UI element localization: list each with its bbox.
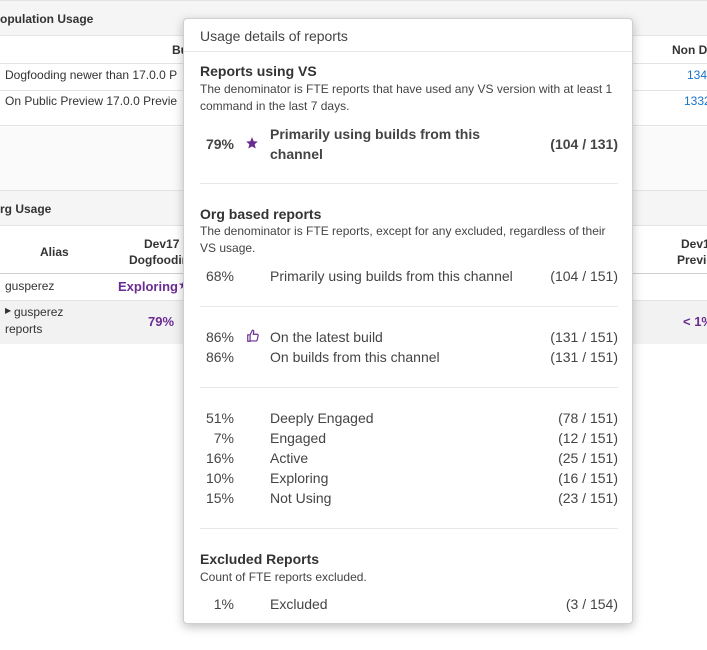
engagement-pct: 7% xyxy=(213,430,234,446)
org-primary-count: (104 / 151) xyxy=(550,268,618,284)
vs-primary-label-line2: channel xyxy=(270,146,323,162)
usage-details-popup: Usage details of reports Reports using V… xyxy=(183,18,633,624)
excluded-section-heading: Excluded Reports xyxy=(200,551,320,567)
engagement-pct: 15% xyxy=(205,490,234,506)
engagement-count: (12 / 151) xyxy=(558,430,618,446)
org-row-right-value[interactable]: < 1% xyxy=(683,314,707,329)
engagement-pct: 10% xyxy=(205,470,234,486)
engagement-label: Engaged xyxy=(270,430,327,446)
column-header-dev1-line1: Dev1 xyxy=(681,237,707,251)
engagement-count: (78 / 151) xyxy=(558,410,618,426)
vs-primary-label-line1: Primarily using builds from this xyxy=(270,126,481,142)
org-primary-pct: 68% xyxy=(205,268,234,284)
vs-section-description: The denominator is FTE reports that have… xyxy=(200,82,613,113)
thumbs-up-icon xyxy=(246,329,260,343)
excluded-count: (3 / 154) xyxy=(565,596,618,612)
column-header-dev1-line2: Previe xyxy=(677,253,707,267)
vs-section-heading: Reports using VS xyxy=(200,63,317,79)
engagement-pct: 51% xyxy=(205,410,234,426)
org-row-value[interactable]: 79% xyxy=(148,314,174,329)
org-row-alias-line2: reports xyxy=(5,322,43,336)
excluded-section-description: Count of FTE reports excluded. xyxy=(200,570,367,584)
population-row-label: On Public Preview 17.0.0 Previe xyxy=(5,94,178,108)
engagement-pct: 16% xyxy=(205,450,234,466)
latest-build-count: (131 / 151) xyxy=(550,329,618,345)
org-primary-label: Primarily using builds from this channel xyxy=(270,268,513,284)
org-section-description: The denominator is FTE reports, except f… xyxy=(200,224,606,255)
excluded-pct: 1% xyxy=(213,596,234,612)
channel-builds-label: On builds from this channel xyxy=(270,349,440,365)
star-icon xyxy=(245,136,259,150)
population-row-label: Dogfooding newer than 17.0.0 P xyxy=(5,68,178,82)
expand-caret-icon[interactable]: ▶ xyxy=(5,306,11,315)
org-section-heading: Org based reports xyxy=(200,206,322,222)
engagement-label: Deeply Engaged xyxy=(270,410,374,426)
channel-builds-pct: 86% xyxy=(205,349,234,365)
org-row-value[interactable]: Exploring xyxy=(118,279,178,294)
vs-primary-count: (104 / 131) xyxy=(550,136,618,152)
column-header-non-d: Non D xyxy=(672,43,707,57)
column-header-alias: Alias xyxy=(40,245,69,259)
org-row-alias: gusperez xyxy=(5,279,55,293)
population-row-value[interactable]: 134 xyxy=(687,68,707,82)
engagement-label: Not Using xyxy=(270,490,332,506)
engagement-label: Active xyxy=(270,450,309,466)
column-header-dev17-line1: Dev17 xyxy=(144,237,180,251)
engagement-label: Exploring xyxy=(270,470,329,486)
population-usage-title: opulation Usage xyxy=(0,12,94,26)
vs-primary-pct: 79% xyxy=(205,136,234,152)
latest-build-label: On the latest build xyxy=(270,329,383,345)
engagement-count: (16 / 151) xyxy=(558,470,618,486)
org-row-alias[interactable]: gusperez xyxy=(14,305,63,319)
population-row-value[interactable]: 1332 xyxy=(684,94,707,108)
engagement-count: (23 / 151) xyxy=(558,490,618,506)
column-header-dev17-line2: Dogfoodin xyxy=(129,253,189,267)
excluded-label: Excluded xyxy=(270,596,328,612)
channel-builds-count: (131 / 151) xyxy=(550,349,618,365)
org-usage-title: rg Usage xyxy=(0,202,52,216)
engagement-count: (25 / 151) xyxy=(558,450,618,466)
latest-build-pct: 86% xyxy=(205,329,234,345)
popup-title: Usage details of reports xyxy=(184,19,632,52)
